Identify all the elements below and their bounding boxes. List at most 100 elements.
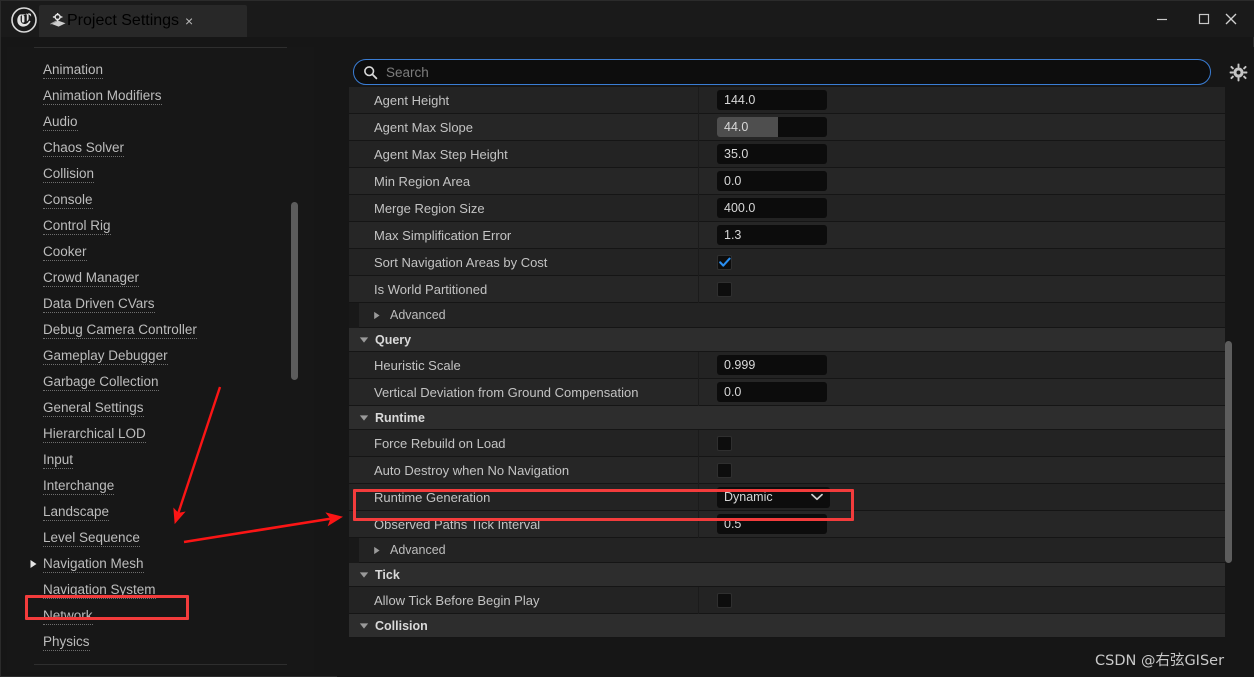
sidebar-item-chaos-solver[interactable]: Chaos Solver [27,135,125,161]
checkbox-force-rebuild-on-load[interactable] [717,435,732,451]
number-input-agent-height[interactable]: 144.0 [717,90,827,110]
settings-category-sidebar[interactable]: Animation Animation Modifiers Audio Chaos S… [7,47,314,672]
advanced-expander-row[interactable]: Advanced [349,537,1225,563]
dropdown-runtime-generation[interactable]: Dynamic [717,486,830,508]
collapse-arrow-icon[interactable] [357,336,371,344]
number-input-agent-max-step-height[interactable]: 35.0 [717,144,827,164]
property-label: Agent Max Slope [349,113,699,141]
property-label: Sort Navigation Areas by Cost [349,248,699,276]
sidebar-item-interchange[interactable]: Interchange [27,473,115,499]
sidebar-item-label: Navigation Mesh [43,555,144,573]
property-row-force-rebuild-on-load[interactable]: Force Rebuild on Load [349,429,1225,457]
expand-arrow-icon[interactable] [369,546,385,555]
nav-indent-spacer [27,350,40,363]
number-input-min-region-area[interactable]: 0.0 [717,171,827,191]
sidebar-item-audio[interactable]: Audio [27,109,78,135]
close-tab-icon[interactable]: × [179,11,199,31]
property-row-auto-destroy-when-no-navigation[interactable]: Auto Destroy when No Navigation [349,456,1225,484]
sidebar-item-input[interactable]: Input [27,447,74,473]
sidebar-item-animation[interactable]: Animation [27,57,104,83]
property-row-merge-region-size[interactable]: Merge Region Size 400.0 [349,194,1225,222]
category-header-runtime[interactable]: Runtime [349,406,1225,430]
category-header-query[interactable]: Query [349,328,1225,352]
property-row-min-region-area[interactable]: Min Region Area 0.0 [349,167,1225,195]
sidebar-item-animation-modifiers[interactable]: Animation Modifiers [27,83,162,109]
sidebar-item-control-rig[interactable]: Control Rig [27,213,111,239]
expand-arrow-icon[interactable] [27,558,40,571]
unreal-engine-logo-icon [9,5,39,35]
nav-indent-spacer [27,194,40,207]
watermark: CSDN @右弦GISer [1095,653,1225,669]
property-row-max-simplification-error[interactable]: Max Simplification Error 1.3 [349,221,1225,249]
property-value-cell [699,276,1225,303]
number-input-vertical-deviation-from-ground-compensation[interactable]: 0.0 [717,382,827,402]
search-box[interactable] [353,59,1211,85]
sidebar-item-landscape[interactable]: Landscape [27,499,110,525]
property-row-is-world-partitioned[interactable]: Is World Partitioned [349,275,1225,303]
check-icon [718,257,731,267]
number-input-heuristic-scale[interactable]: 0.999 [717,355,827,375]
property-row-allow-tick-before-begin-play[interactable]: Allow Tick Before Begin Play [349,586,1225,614]
maximize-button[interactable] [1189,7,1219,31]
nav-indent-spacer [27,610,40,623]
sidebar-item-label: Control Rig [43,217,111,235]
property-row-observed-paths-tick-interval[interactable]: Observed Paths Tick Interval 0.5 [349,510,1225,538]
property-row-agent-max-step-height[interactable]: Agent Max Step Height 35.0 [349,140,1225,168]
detail-panel-scrollbar-thumb[interactable] [1225,341,1232,563]
collapse-arrow-icon[interactable] [357,571,371,579]
property-row-sort-navigation-areas-by-cost[interactable]: Sort Navigation Areas by Cost [349,248,1225,276]
sidebar-item-cooker[interactable]: Cooker [27,239,87,265]
property-row-vertical-deviation-from-ground-compensation[interactable]: Vertical Deviation from Ground Compensat… [349,378,1225,406]
number-input-agent-max-slope[interactable]: 44.0 [717,117,827,137]
nav-indent-spacer [27,220,40,233]
number-input-max-simplification-error[interactable]: 1.3 [717,225,827,245]
property-row-agent-max-slope[interactable]: Agent Max Slope 44.0 [349,113,1225,141]
sidebar-item-debug-camera-controller[interactable]: Debug Camera Controller [27,317,197,343]
tab-project-settings[interactable]: Project Settings × [39,5,247,37]
checkbox-auto-destroy-when-no-navigation[interactable] [717,462,732,478]
sidebar-item-general-settings[interactable]: General Settings [27,395,144,421]
property-row-heuristic-scale[interactable]: Heuristic Scale 0.999 [349,351,1225,379]
expand-arrow-icon[interactable] [369,311,385,320]
property-row-runtime-generation[interactable]: Runtime Generation Dynamic [349,483,1225,511]
sidebar-item-data-driven-cvars[interactable]: Data Driven CVars [27,291,155,317]
nav-indent-spacer [27,90,40,103]
sidebar-item-navigation-system[interactable]: Navigation System [27,577,156,603]
property-row-agent-height[interactable]: Agent Height 144.0 [349,87,1225,114]
sidebar-item-label: Interchange [43,477,115,495]
sidebar-item-hierarchical-lod[interactable]: Hierarchical LOD [27,421,146,447]
advanced-expander-row[interactable]: Advanced [349,302,1225,328]
sidebar-item-level-sequence[interactable]: Level Sequence [27,525,140,551]
sidebar-item-crowd-manager[interactable]: Crowd Manager [27,265,140,291]
sidebar-item-label: Physics [43,633,90,651]
sidebar-item-network[interactable]: Network [27,603,93,629]
sidebar-item-gameplay-debugger[interactable]: Gameplay Debugger [27,343,168,369]
search-input[interactable] [386,64,1210,80]
checkbox-allow-tick-before-begin-play[interactable] [717,592,732,608]
close-window-button[interactable] [1216,7,1246,31]
sidebar-item-garbage-collection[interactable]: Garbage Collection [27,369,159,395]
gear-icon[interactable] [1227,61,1249,83]
minimize-button[interactable] [1147,7,1177,31]
property-label: Auto Destroy when No Navigation [349,456,699,484]
sidebar-item-navigation-mesh[interactable]: Navigation Mesh [27,551,144,577]
number-input-merge-region-size[interactable]: 400.0 [717,198,827,218]
nav-indent-spacer [27,64,40,77]
collapse-arrow-icon[interactable] [357,414,371,422]
project-settings-window: Project Settings × Animation Animation Mo… [0,0,1254,677]
collapse-arrow-icon[interactable] [357,622,371,630]
sidebar-item-label: General Settings [43,399,144,417]
sidebar-scrollbar-thumb[interactable] [291,202,298,380]
sidebar-item-collision[interactable]: Collision [27,161,95,187]
chevron-down-icon[interactable] [811,488,823,506]
category-header-tick[interactable]: Tick [349,563,1225,587]
number-input-observed-paths-tick-interval[interactable]: 0.5 [717,514,827,534]
category-header-collision[interactable]: Collision [349,614,1225,638]
sidebar-item-console[interactable]: Console [27,187,93,213]
checkbox-is-world-partitioned[interactable] [717,281,732,297]
property-value-cell: 0.5 [699,511,1225,538]
property-label: Merge Region Size [349,194,699,222]
property-label: Max Simplification Error [349,221,699,249]
sidebar-item-physics[interactable]: Physics [27,629,90,655]
checkbox-sort-navigation-areas-by-cost[interactable] [717,254,732,270]
